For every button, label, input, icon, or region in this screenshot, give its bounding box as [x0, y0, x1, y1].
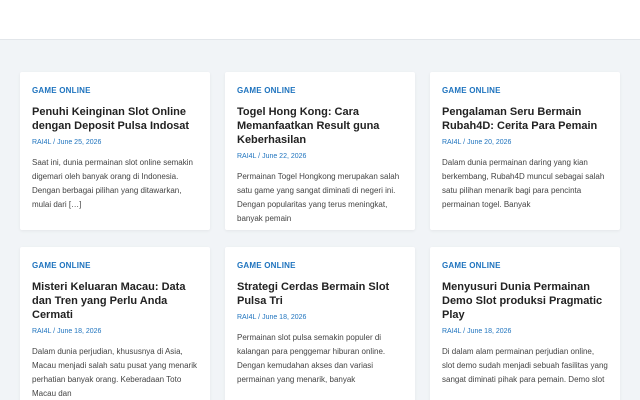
post-card: GAME ONLINE Menyusuri Dunia Permainan De… — [430, 247, 620, 400]
post-meta: RAI4L / June 22, 2026 — [237, 153, 403, 160]
post-date-link[interactable]: June 18, 2026 — [262, 314, 306, 321]
post-excerpt: Dalam dunia perjudian, khususnya di Asia… — [32, 347, 197, 398]
post-author-link[interactable]: RAI4L — [237, 314, 256, 321]
post-author-link[interactable]: RAI4L — [442, 328, 461, 335]
post-title-link[interactable]: Penuhi Keinginan Slot Online dengan Depo… — [32, 105, 198, 133]
post-meta: RAI4L / June 20, 2026 — [442, 139, 608, 146]
post-category-link[interactable]: GAME ONLINE — [32, 86, 198, 95]
site-header — [0, 0, 640, 40]
post-category-link[interactable]: GAME ONLINE — [237, 261, 403, 270]
post-title-link[interactable]: Misteri Keluaran Macau: Data dan Tren ya… — [32, 280, 198, 322]
meta-separator: / — [463, 139, 466, 146]
post-title-link[interactable]: Menyusuri Dunia Permainan Demo Slot prod… — [442, 280, 608, 322]
post-author-link[interactable]: RAI4L — [237, 153, 256, 160]
post-card: GAME ONLINE Togel Hong Kong: Cara Memanf… — [225, 72, 415, 230]
meta-separator: / — [53, 139, 56, 146]
post-excerpt: Di dalam alam permainan perjudian online… — [442, 347, 608, 384]
post-grid: GAME ONLINE Penuhi Keinginan Slot Online… — [20, 72, 620, 400]
post-excerpt: Permainan Togel Hongkong merupakan salah… — [237, 172, 400, 223]
post-category-link[interactable]: GAME ONLINE — [442, 86, 608, 95]
post-date-link[interactable]: June 20, 2026 — [467, 139, 511, 146]
post-meta: RAI4L / June 18, 2026 — [237, 314, 403, 321]
post-meta: RAI4L / June 25, 2026 — [32, 139, 198, 146]
post-title-link[interactable]: Strategi Cerdas Bermain Slot Pulsa Tri — [237, 280, 403, 308]
post-meta: RAI4L / June 18, 2026 — [442, 328, 608, 335]
post-card: GAME ONLINE Misteri Keluaran Macau: Data… — [20, 247, 210, 400]
post-author-link[interactable]: RAI4L — [442, 139, 461, 146]
meta-separator: / — [463, 328, 466, 335]
post-date-link[interactable]: June 18, 2026 — [467, 328, 511, 335]
meta-separator: / — [258, 153, 261, 160]
post-category-link[interactable]: GAME ONLINE — [442, 261, 608, 270]
post-excerpt: Saat ini, dunia permainan slot online se… — [32, 158, 193, 209]
post-card: GAME ONLINE Pengalaman Seru Bermain Ruba… — [430, 72, 620, 230]
post-category-link[interactable]: GAME ONLINE — [32, 261, 198, 270]
post-card: GAME ONLINE Strategi Cerdas Bermain Slot… — [225, 247, 415, 400]
post-date-link[interactable]: June 25, 2026 — [57, 139, 101, 146]
post-date-link[interactable]: June 18, 2026 — [57, 328, 101, 335]
post-author-link[interactable]: RAI4L — [32, 328, 51, 335]
meta-separator: / — [53, 328, 56, 335]
post-card: GAME ONLINE Penuhi Keinginan Slot Online… — [20, 72, 210, 230]
post-category-link[interactable]: GAME ONLINE — [237, 86, 403, 95]
post-title-link[interactable]: Togel Hong Kong: Cara Memanfaatkan Resul… — [237, 105, 403, 147]
post-date-link[interactable]: June 22, 2026 — [262, 153, 306, 160]
post-meta: RAI4L / June 18, 2026 — [32, 328, 198, 335]
post-title-link[interactable]: Pengalaman Seru Bermain Rubah4D: Cerita … — [442, 105, 608, 133]
post-author-link[interactable]: RAI4L — [32, 139, 51, 146]
meta-separator: / — [258, 314, 261, 321]
post-excerpt: Permainan slot pulsa semakin populer di … — [237, 333, 386, 384]
post-excerpt: Dalam dunia permainan daring yang kian b… — [442, 158, 605, 209]
